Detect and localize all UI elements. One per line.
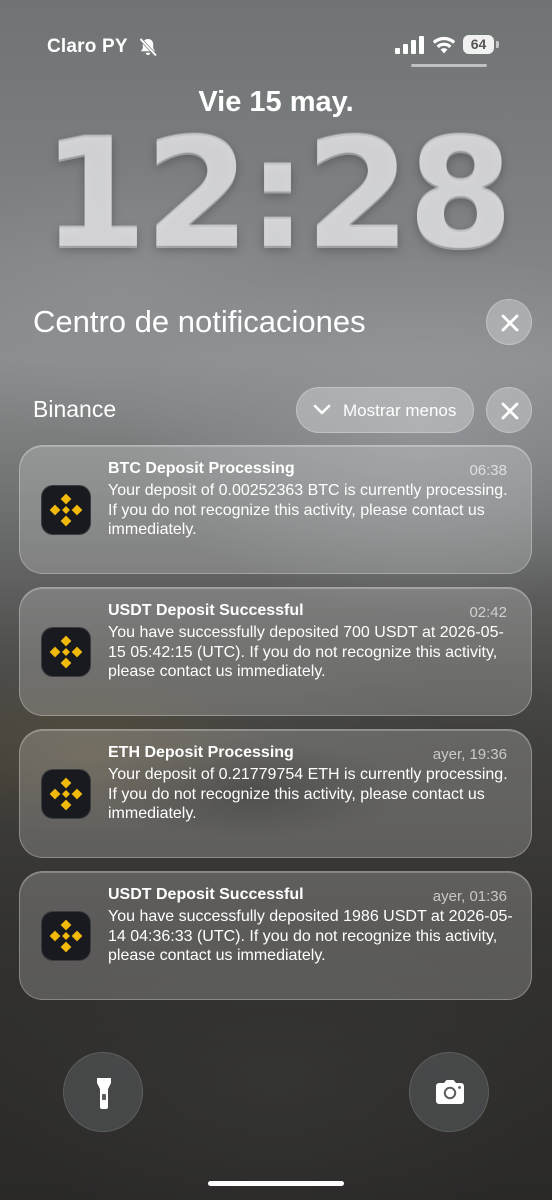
notification-time: 02:42 (469, 604, 507, 621)
lock-screen-clock: 12:28 (41, 105, 514, 282)
notification-card[interactable]: USDT Deposit Successful 02:42 You have s… (19, 587, 532, 716)
binance-app-icon (41, 911, 91, 961)
binance-logo-icon (49, 493, 83, 527)
notification-center-title: Centro de notificaciones (33, 304, 366, 339)
show-less-label: Mostrar menos (343, 401, 457, 420)
binance-logo-icon (49, 635, 83, 669)
notification-time: ayer, 01:36 (432, 888, 507, 905)
control-center-grabber[interactable] (411, 64, 487, 67)
battery-icon: 64 (463, 35, 501, 55)
binance-app-icon (41, 485, 91, 535)
binance-app-icon (41, 769, 91, 819)
notification-body: You have successfully deposited 700 USDT… (108, 624, 504, 680)
notification-body: You have successfully deposited 1986 USD… (108, 908, 513, 964)
notification-body: Your deposit of 0.21779754 ETH is curren… (108, 766, 508, 822)
wifi-icon (432, 36, 456, 54)
chevron-down-icon (313, 404, 331, 415)
status-bar: Claro PY 64 (0, 0, 552, 80)
battery-level: 64 (463, 35, 494, 54)
binance-app-icon (41, 627, 91, 677)
notification-card[interactable]: BTC Deposit Processing 06:38 Your deposi… (19, 445, 532, 574)
binance-logo-icon (49, 919, 83, 953)
clear-group-button[interactable] (486, 387, 532, 433)
show-less-button[interactable]: Mostrar menos (296, 387, 474, 433)
home-indicator[interactable] (208, 1181, 344, 1186)
notification-time: 06:38 (469, 462, 507, 479)
close-icon (501, 314, 519, 332)
notification-title: BTC Deposit Processing (108, 460, 295, 477)
camera-icon (436, 1080, 464, 1104)
flashlight-button[interactable] (63, 1052, 143, 1132)
binance-logo-icon (49, 777, 83, 811)
close-icon (501, 402, 519, 420)
cellular-signal-icon (395, 36, 424, 54)
notification-card[interactable]: USDT Deposit Successful ayer, 01:36 You … (19, 871, 532, 1000)
flashlight-icon (97, 1078, 111, 1109)
notification-title: USDT Deposit Successful (108, 886, 304, 903)
clear-all-notifications-button[interactable] (486, 299, 532, 345)
bell-slash-icon (139, 37, 158, 57)
notification-group-app-name: Binance (33, 396, 117, 422)
notification-time: ayer, 19:36 (432, 746, 507, 763)
notification-title: ETH Deposit Processing (108, 744, 294, 761)
notification-title: USDT Deposit Successful (108, 602, 304, 619)
notification-card[interactable]: ETH Deposit Processing ayer, 19:36 Your … (19, 729, 532, 858)
notification-body: Your deposit of 0.00252363 BTC is curren… (108, 482, 508, 538)
carrier-name: Claro PY (47, 36, 128, 57)
camera-button[interactable] (409, 1052, 489, 1132)
